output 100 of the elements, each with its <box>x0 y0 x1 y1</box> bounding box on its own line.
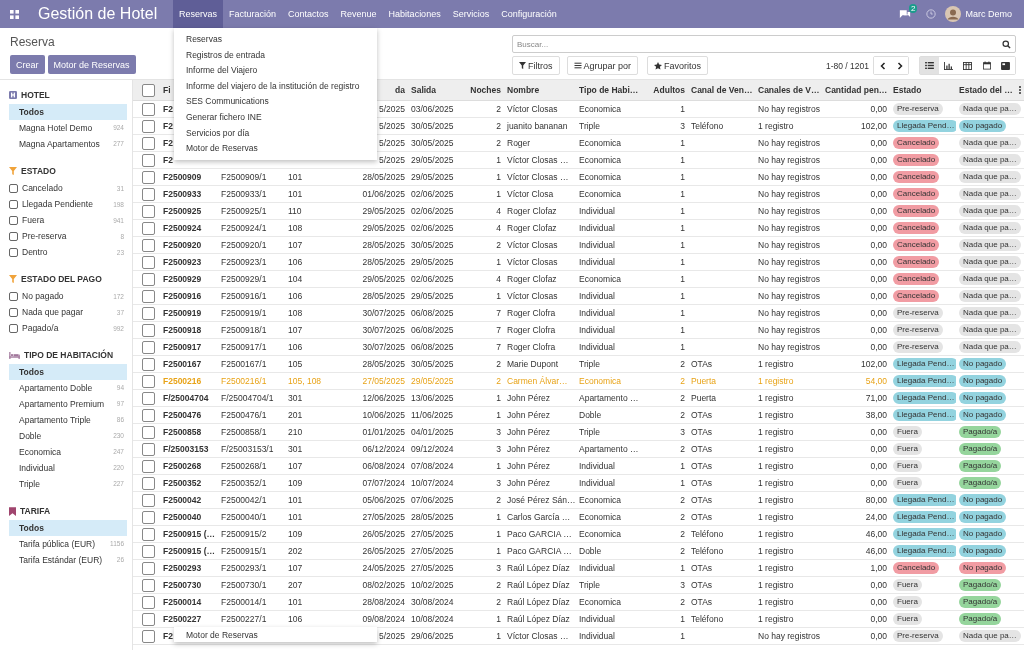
row-checkbox[interactable] <box>142 306 155 320</box>
menu-item[interactable]: Revenue <box>334 0 383 28</box>
row-checkbox[interactable] <box>142 561 155 575</box>
table-row[interactable]: F2500216 F2500216/1 105, 108 27/05/2025 29/05/2025 2 Carmen Álvar… Economica 2 Puerta 1 registro 54,00 Llegada Pend… No pagado <box>133 372 1024 390</box>
table-row[interactable]: F2500919 F2500919/1 108 30/07/2025 06/08/2025 7 Roger Clofra Individual 1 No hay registros 0,00 Pre-reserva Nada que pa… <box>133 304 1024 322</box>
checkbox[interactable] <box>9 247 18 257</box>
row-checkbox[interactable] <box>142 170 155 184</box>
row-checkbox[interactable] <box>142 493 155 507</box>
action-button[interactable]: Motor de Reservas <box>47 55 136 74</box>
table-row[interactable]: F2500924 F2500924/1 108 29/05/2025 02/06/2025 4 Roger Clofaz Individual 1 No hay registros 0,00 Cancelado Nada que pa… <box>133 219 1024 237</box>
dropdown-item[interactable]: Reservas <box>174 32 377 48</box>
filter-button[interactable]: Filtros <box>512 56 560 75</box>
table-row[interactable]: F2500909 F2500909/1 101 28/05/2025 29/05/2025 1 Víctor Closas … Economica 1 No hay registros 0,00 Cancelado Nada que pa… <box>133 168 1024 186</box>
row-checkbox[interactable] <box>142 289 155 303</box>
table-row[interactable]: F2500920 F2500920/1 107 28/05/2025 30/05/2025 2 Víctor Closas Individual 1 No hay registros 0,00 Cancelado Nada que pa… <box>133 236 1024 254</box>
row-checkbox[interactable] <box>142 510 155 524</box>
table-row[interactable]: F2500933 F2500933/1 101 01/06/2025 02/06/2025 1 Víctor Closa Economica 1 No hay registros 0,00 Cancelado Nada que pa… <box>133 185 1024 203</box>
row-checkbox[interactable] <box>142 255 155 269</box>
filter-item[interactable]: Todos <box>9 364 127 380</box>
menu-item[interactable]: Reservas <box>173 0 223 28</box>
row-checkbox[interactable] <box>142 153 155 167</box>
checkbox[interactable] <box>9 307 18 317</box>
menu-item[interactable]: Contactos <box>282 0 335 28</box>
row-checkbox[interactable] <box>142 102 155 116</box>
filter-item[interactable]: Todos <box>9 520 127 536</box>
view-switch-button[interactable] <box>920 57 939 74</box>
checkbox[interactable] <box>9 215 18 225</box>
dropdown-item[interactable]: Informe del Viajero <box>174 63 377 79</box>
table-row[interactable]: F2500918 F2500918/1 107 30/07/2025 06/08/2025 7 Roger Clofra Individual 1 No hay registros 0,00 Pre-reserva Nada que pa… <box>133 321 1024 339</box>
clock-icon[interactable] <box>926 9 937 19</box>
table-row[interactable]: F2500917 F2500917/1 106 30/07/2025 06/08/2025 7 Roger Clofra Individual 1 No hay registros 0,00 Pre-reserva Nada que pa… <box>133 338 1024 356</box>
user-name[interactable]: Marc Demo <box>965 9 1012 19</box>
checkbox-label[interactable]: Nada que pagar <box>22 307 117 317</box>
row-checkbox[interactable] <box>142 459 155 473</box>
checkbox[interactable] <box>9 199 18 209</box>
checkbox-label[interactable]: No pagado <box>22 291 114 301</box>
table-row[interactable]: F2500293 F2500293/1 107 24/05/2025 27/05/2025 3 Raúl López Díaz Individual 1 OTAs 1 registro 1,00 Cancelado No pagado <box>133 559 1024 577</box>
table-row[interactable]: F/25004704 F/25004704/1 301 12/06/2025 13/06/2025 1 John Pérez Apartamento … 2 Puerta 1 registro 71,00 Llegada Pend… No pagado <box>133 389 1024 407</box>
row-checkbox[interactable] <box>142 527 155 541</box>
row-checkbox[interactable] <box>142 374 155 388</box>
table-row[interactable]: F2500915 (… F2500915/1 202 26/05/2025 27/05/2025 1 Paco GARCIA … Doble 2 Teléfono 1 registro 46,00 Llegada Pend… No pagado <box>133 542 1024 560</box>
row-checkbox[interactable] <box>142 476 155 490</box>
row-checkbox[interactable] <box>142 238 155 252</box>
menu-item[interactable]: Configuración <box>495 0 563 28</box>
row-checkbox[interactable] <box>142 136 155 150</box>
row-checkbox[interactable] <box>142 323 155 337</box>
action-button[interactable]: Crear <box>10 55 45 74</box>
row-checkbox[interactable] <box>142 408 155 422</box>
table-row[interactable]: F2500915 (… F2500915/2 109 26/05/2025 27/05/2025 1 Paco GARCIA … Economica 2 Teléfono 1 registro 46,00 Llegada Pend… No pagado <box>133 525 1024 543</box>
table-row[interactable]: F2500923 F2500923/1 106 28/05/2025 29/05/2025 1 Víctor Closas Individual 1 No hay registros 0,00 Cancelado Nada que pa… <box>133 253 1024 271</box>
search-field[interactable]: Buscar... <box>512 35 1016 53</box>
row-checkbox[interactable] <box>142 221 155 235</box>
checkbox-label[interactable]: Pre-reserva <box>22 231 121 241</box>
row-checkbox[interactable] <box>142 340 155 354</box>
dropdown-item[interactable]: Informe del viajero de la institución de registro <box>174 78 377 95</box>
avatar[interactable] <box>945 6 962 22</box>
checkbox[interactable] <box>9 183 18 193</box>
checkbox[interactable] <box>9 323 18 333</box>
table-row[interactable]: F/25003153 F/25003153/1 301 06/12/2024 09/12/2024 3 John Pérez Apartamento … 2 OTAs 1 registro 0,00 Fuera Pagado/a <box>133 440 1024 458</box>
row-checkbox[interactable] <box>142 629 155 643</box>
filter-button[interactable]: Agrupar por <box>566 56 639 75</box>
table-row[interactable]: F2500040 F2500040/1 101 27/05/2025 28/05/2025 1 Carlos García … Economica 2 OTAs 1 registro 24,00 Llegada Pend… No pagado <box>133 508 1024 526</box>
row-checkbox[interactable] <box>142 357 155 371</box>
menu-item[interactable]: Servicios <box>446 0 496 28</box>
row-checkbox[interactable] <box>142 595 155 609</box>
row-checkbox[interactable] <box>142 578 155 592</box>
search-icon[interactable] <box>1002 39 1011 49</box>
row-checkbox[interactable] <box>142 442 155 456</box>
table-row[interactable]: F2500916 F2500916/1 106 28/05/2025 29/05/2025 1 Víctor Closas Individual 1 No hay registros 0,00 Cancelado Nada que pa… <box>133 287 1024 305</box>
menu-item[interactable]: Facturación <box>223 0 283 28</box>
table-row[interactable]: F2500167 F2500167/1 105 28/05/2025 30/05/2025 2 Marie Dupont Triple 2 OTAs 1 registro 102,00 Llegada Pend… No pagado <box>133 355 1024 373</box>
checkbox-label[interactable]: Fuera <box>22 215 114 225</box>
filter-button[interactable]: Favoritos <box>647 56 709 75</box>
table-row[interactable]: F2500730 F2500730/1 207 08/02/2025 10/02/2025 2 Raúl López Díaz Triple 3 OTAs 1 registro 0,00 Fuera Pagado/a <box>133 576 1024 594</box>
table-row[interactable]: F2500858 F2500858/1 210 01/01/2025 04/01/2025 3 John Pérez Triple 3 OTAs 1 registro 0,00 Fuera Pagado/a <box>133 423 1024 441</box>
checkbox[interactable] <box>9 291 18 301</box>
menu-item[interactable]: Habitaciones <box>382 0 447 28</box>
row-checkbox[interactable] <box>142 612 155 626</box>
row-checkbox[interactable] <box>142 204 155 218</box>
table-row[interactable]: F2500268 F2500268/1 107 06/08/2024 07/08/2024 1 John Pérez Individual 1 OTAs 1 registro 0,00 Fuera Pagado/a <box>133 457 1024 475</box>
table-row[interactable]: F2500352 F2500352/1 109 07/07/2024 10/07/2024 3 John Pérez Individual 1 OTAs 1 registro 0,00 Fuera Pagado/a <box>133 474 1024 492</box>
table-row[interactable]: F2500014 F2500014/1 101 28/08/2024 30/08/2024 2 Raúl López Díaz Economica 2 OTAs 1 registro 0,00 Fuera Pagado/a <box>133 593 1024 611</box>
checkbox-label[interactable]: Dentro <box>22 247 117 257</box>
row-checkbox[interactable] <box>142 272 155 286</box>
table-row[interactable]: F2500476 F2500476/1 201 10/06/2025 11/06/2025 1 John Pérez Doble 2 OTAs 1 registro 38,00 Llegada Pend… No pagado <box>133 406 1024 424</box>
chat-icon[interactable] <box>899 8 912 20</box>
table-row[interactable]: F2500042 F2500042/1 101 05/06/2025 07/06/2025 2 José Pérez Sán… Economica 2 OTAs 1 registro 80,00 Llegada Pend… No pagado <box>133 491 1024 509</box>
row-checkbox[interactable] <box>142 544 155 558</box>
apps-grid-icon[interactable] <box>10 9 19 19</box>
column-header[interactable]: da <box>395 85 405 95</box>
dropdown-item[interactable]: Registros de entrada <box>174 47 377 64</box>
select-all-checkbox[interactable] <box>142 83 155 97</box>
checkbox-label[interactable]: Cancelado <box>22 183 117 193</box>
checkbox[interactable] <box>9 231 18 241</box>
row-checkbox[interactable] <box>142 425 155 439</box>
table-row[interactable]: F2500925 F2500925/1 110 29/05/2025 02/06/2025 4 Roger Clofaz Individual 1 No hay registros 0,00 Cancelado Nada que pa… <box>133 202 1024 220</box>
row-checkbox[interactable] <box>142 187 155 201</box>
row-checkbox[interactable] <box>142 391 155 405</box>
filter-item[interactable]: Todos <box>9 104 127 120</box>
table-row[interactable]: F2500929 F2500929/1 104 29/05/2025 02/06/2025 4 Roger Clofaz Economica 1 No hay registros 0,00 Cancelado Nada que pa… <box>133 270 1024 288</box>
